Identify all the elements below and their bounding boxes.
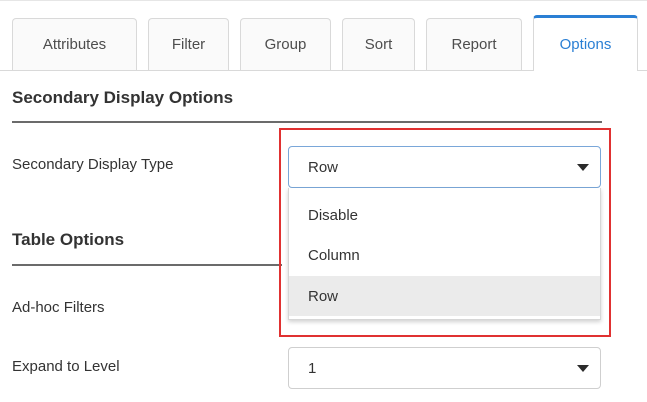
table-options-section-title: Table Options — [12, 230, 125, 249]
secondary-display-type-label: Secondary Display Type — [12, 156, 174, 173]
expand-to-level-label: Expand to Level — [12, 358, 120, 375]
expand-to-level-select[interactable]: 1 — [288, 347, 601, 389]
dropdown-option-disable[interactable]: Disable — [289, 195, 600, 235]
tab-attributes[interactable]: Attributes — [12, 18, 137, 70]
adhoc-filters-label: Ad-hoc Filters — [12, 299, 105, 316]
tab-filter[interactable]: Filter — [148, 18, 229, 70]
secondary-display-type-dropdown: Disable Column Row — [288, 188, 601, 320]
secondary-display-section-rule — [12, 121, 602, 123]
secondary-display-section-title: Secondary Display Options — [12, 88, 234, 107]
dropdown-option-row[interactable]: Row — [289, 276, 600, 316]
tab-group[interactable]: Group — [240, 18, 331, 70]
secondary-display-type-value: Row — [308, 158, 339, 176]
dropdown-option-column[interactable]: Column — [289, 235, 600, 275]
tab-options[interactable]: Options — [533, 15, 638, 71]
tab-sort[interactable]: Sort — [342, 18, 415, 70]
caret-down-icon — [577, 365, 589, 372]
table-options-section-rule — [12, 264, 282, 266]
tab-bar: Attributes Filter Group Sort Report Opti… — [0, 0, 647, 71]
tab-report[interactable]: Report — [426, 18, 522, 70]
expand-to-level-value: 1 — [308, 359, 317, 377]
caret-down-icon — [577, 164, 589, 171]
secondary-display-type-select[interactable]: Row — [288, 146, 601, 188]
